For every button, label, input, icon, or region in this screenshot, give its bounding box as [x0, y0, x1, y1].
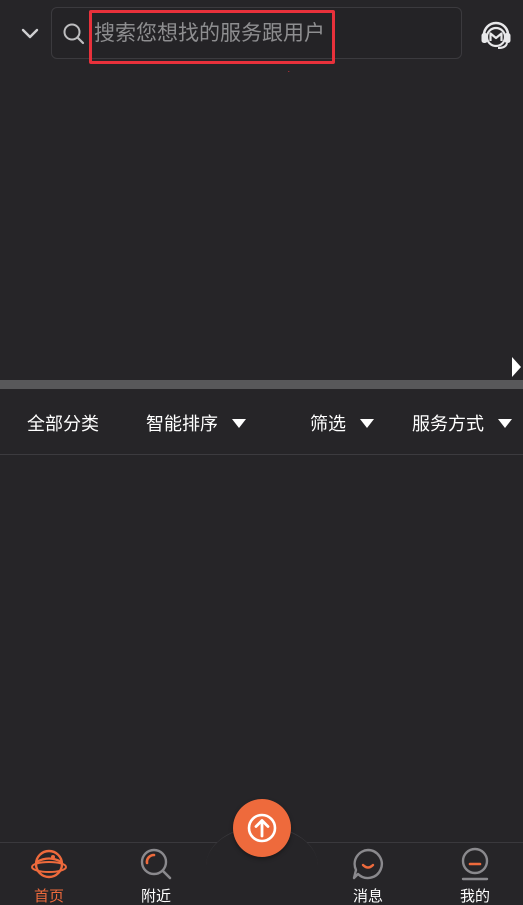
nearby-search-icon: [140, 848, 172, 880]
section-divider: [0, 380, 523, 389]
nav-label: 消息: [352, 887, 383, 905]
filter-smart-sort[interactable]: 智能排序: [146, 411, 246, 435]
nav-item-profile[interactable]: 我的: [440, 842, 510, 905]
profile-icon: [461, 847, 489, 881]
banner-next-button[interactable]: [509, 354, 523, 380]
publish-button[interactable]: [233, 799, 291, 857]
filter-screen[interactable]: 筛选: [310, 411, 374, 435]
top-header: [0, 0, 523, 72]
location-toggle[interactable]: [14, 20, 46, 48]
filter-service-mode[interactable]: 服务方式: [412, 411, 512, 435]
nav-label: 我的: [459, 887, 490, 905]
caret-down-icon: [232, 418, 246, 428]
filter-label: 服务方式: [412, 414, 484, 435]
nav-item-nearby[interactable]: 附近: [121, 842, 191, 905]
nav-item-home[interactable]: 首页: [14, 842, 84, 905]
triangle-right-icon: [512, 357, 521, 377]
filter-all-categories[interactable]: 全部分类: [27, 411, 99, 435]
chevron-down-icon: [21, 28, 39, 39]
service-list: [0, 455, 523, 840]
planet-icon: [31, 849, 67, 879]
nav-label: 首页: [33, 887, 64, 905]
filter-label: 筛选: [310, 414, 346, 435]
chat-bubble-icon: [352, 848, 383, 880]
nav-item-messages[interactable]: 消息: [333, 842, 403, 905]
customer-service-button[interactable]: [478, 16, 514, 52]
nav-label: 附近: [140, 887, 171, 905]
caret-down-icon: [360, 418, 374, 428]
filter-label: 智能排序: [146, 414, 218, 435]
customer-service-icon: [481, 21, 511, 49]
search-input[interactable]: [92, 16, 334, 50]
filter-label: 全部分类: [27, 414, 99, 435]
upload-arrow-icon: [247, 813, 277, 843]
search-icon: [63, 23, 85, 45]
search-box[interactable]: [51, 7, 462, 59]
banner-area[interactable]: [0, 72, 523, 380]
filter-bar: 全部分类 智能排序 筛选 服务方式: [0, 389, 523, 455]
caret-down-icon: [498, 418, 512, 428]
